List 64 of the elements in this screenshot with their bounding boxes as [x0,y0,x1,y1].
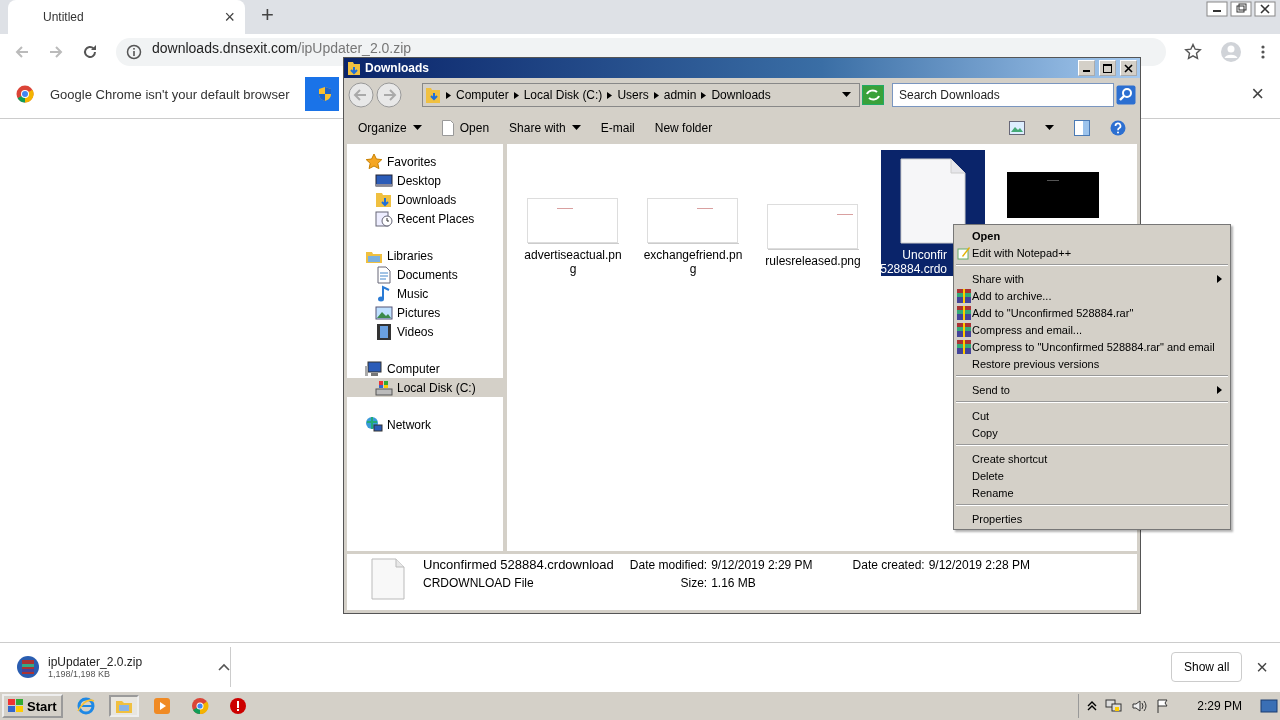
file-name: advertiseactual.pn [524,248,622,262]
menu-item[interactable]: Cut [954,407,1230,424]
nav-item[interactable]: Computer [347,359,503,378]
show-all-button[interactable]: Show all [1170,652,1243,682]
new-tab-button[interactable]: + [261,2,274,28]
tab-title[interactable]: Untitled [43,10,225,24]
menu-item[interactable]: Compress and email... [954,321,1230,338]
menu-item[interactable]: Compress to "Unconfirmed 528884.rar" and email [954,338,1230,355]
breadcrumb-item[interactable]: Local Disk (C:) [523,88,603,102]
file-name: exchangefriend.pn [643,248,743,262]
download-file-name[interactable]: ipUpdater_2.0.zip [48,655,210,669]
breadcrumb-item[interactable]: Downloads [711,88,771,102]
start-button[interactable]: Start [2,694,63,718]
nav-item[interactable]: Network [347,415,503,434]
nav-item[interactable]: Desktop [347,171,503,190]
nav-item[interactable]: Libraries [347,246,503,265]
file-item[interactable]: rulesreleased.png [761,150,865,276]
nav-item[interactable]: Videos [347,322,503,341]
menu-item[interactable]: Restore previous versions [954,355,1230,372]
menu-item[interactable]: Rename [954,484,1230,501]
file-name: rulesreleased.png [765,254,861,268]
breadcrumb-item[interactable]: Users [617,88,649,102]
size-value: 1.16 MB [711,576,757,590]
file-name: g [689,262,697,276]
toolbar-button[interactable]: E-mail [600,121,635,135]
file-name: 528884.crdo [880,262,947,276]
nav-item[interactable]: Recent Places [347,209,503,228]
menu-item[interactable]: Copy [954,424,1230,441]
file-type: CRDOWNLOAD File [423,576,535,590]
nav-item[interactable]: Local Disk (C:) [347,378,503,397]
menu-item[interactable]: Add to "Unconfirmed 528884.rar" [954,304,1230,321]
breadcrumb-item[interactable]: admin [663,88,697,102]
menu-item[interactable]: Add to archive... [954,287,1230,304]
file-name: g [569,262,577,276]
file-item[interactable]: exchangefriend.pn g [641,150,745,276]
menu-item[interactable]: Send to [954,381,1230,398]
menu-item[interactable]: Delete [954,467,1230,484]
toolbar-button[interactable]: New folder [654,121,713,135]
nav-item[interactable]: Documents [347,265,503,284]
nav-item[interactable]: Downloads [347,190,503,209]
nav-item[interactable]: Pictures [347,303,503,322]
default-browser-message: Google Chrome isn't your default browser [50,86,290,102]
breadcrumb-item[interactable]: Computer [456,88,509,102]
breadcrumb-bar[interactable]: Computer Local Disk (C:) Users admin Downloads [422,83,860,107]
toolbar-button[interactable]: Share with [509,121,581,135]
close-tab-button[interactable]: × [224,6,235,28]
size-label: Size: [680,576,708,590]
clock[interactable]: 2:29 PM [1197,699,1242,713]
date-modified-label: Date modified: [629,558,708,572]
nav-item[interactable]: Music [347,284,503,303]
toolbar-button[interactable]: Organize [358,121,422,135]
menu-item[interactable]: Properties [954,510,1230,527]
date-created-value: 9/12/2019 2:28 PM [928,558,1031,572]
close-infobar-button[interactable]: × [1251,81,1264,107]
nav-item[interactable]: Favorites [347,152,503,171]
close-download-bar-button[interactable]: × [1256,655,1268,679]
date-created-label: Date created: [852,558,925,572]
url-text: downloads.dnsexit.com/ipUpdater_2.0.zip [152,40,412,56]
file-name: Unconfir [902,248,947,262]
date-modified-value: 9/12/2019 2:29 PM [711,558,813,572]
toolbar-button[interactable]: Open [441,120,490,136]
file-item[interactable]: advertiseactual.pn g [521,150,625,276]
menu-item[interactable]: Create shortcut [954,450,1230,467]
file-name: Unconfirmed 528884.crdownload [423,558,614,572]
